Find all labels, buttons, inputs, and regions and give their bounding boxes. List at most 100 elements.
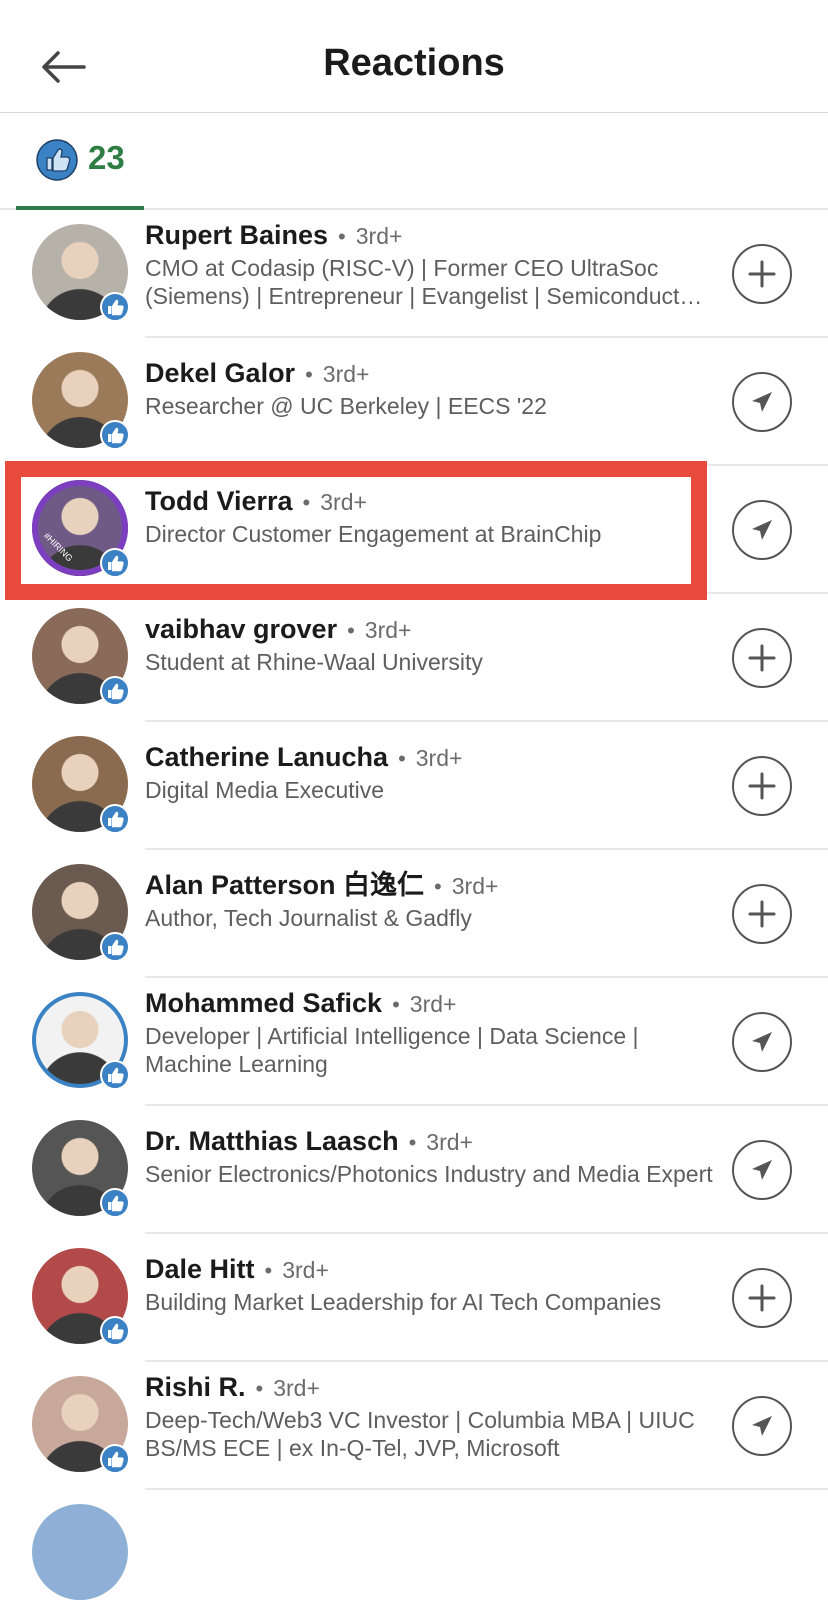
person-headline: CMO at Codasip (RISC-V) | Former CEO Ult…	[145, 255, 700, 309]
person-name: Dekel Galor	[145, 358, 296, 388]
avatar-image	[32, 1504, 128, 1600]
person-info[interactable]: vaibhav grover • 3rd+ Student at Rhine-Waa…	[145, 612, 715, 676]
person-name: vaibhav grover	[145, 614, 338, 644]
person-name: Rishi R.	[145, 1372, 246, 1402]
person-headline: Director Customer Engagement at BrainChi…	[145, 521, 602, 547]
avatar[interactable]	[32, 224, 130, 322]
like-badge-icon	[100, 420, 130, 450]
name-line: Rupert Baines • 3rd+	[145, 218, 715, 254]
separator-dot: •	[408, 1130, 417, 1155]
separator-dot: •	[305, 362, 313, 387]
connect-button[interactable]	[732, 884, 792, 944]
person-headline: Deep-Tech/Web3 VC Investor | Columbia MB…	[145, 1407, 695, 1461]
person-headline: Researcher @ UC Berkeley | EECS '22	[145, 393, 547, 419]
list-item[interactable]: Rupert Baines • 3rd+ CMO at Codasip (RISC-…	[0, 210, 828, 338]
separator-dot: •	[255, 1376, 264, 1401]
avatar[interactable]	[32, 992, 130, 1090]
connection-degree: 3rd+	[409, 991, 457, 1017]
name-line: vaibhav grover • 3rd+	[145, 612, 715, 648]
list-item[interactable]: vaibhav grover • 3rd+ Student at Rhine-Waa…	[0, 594, 828, 722]
plus-icon	[748, 644, 776, 672]
plus-icon	[748, 260, 776, 288]
avatar[interactable]	[32, 864, 130, 962]
person-name: Dr. Matthias Laasch	[145, 1126, 399, 1156]
person-info[interactable]: Alan Patterson 白逸仁 • 3rd+ Author, Tech Jou…	[145, 868, 715, 932]
send-icon	[752, 1416, 772, 1436]
avatar[interactable]	[32, 1248, 130, 1346]
person-name: Mohammed Safick	[145, 988, 383, 1018]
name-line: Todd Vierra • 3rd+	[145, 484, 715, 520]
send-icon	[752, 520, 772, 540]
person-info[interactable]: Mohammed Safick • 3rd+ Developer | Artific…	[145, 986, 715, 1078]
person-headline: Student at Rhine-Waal University	[145, 649, 483, 675]
like-badge-icon	[100, 1060, 130, 1090]
avatar[interactable]	[32, 1120, 130, 1218]
name-line: Dekel Galor • 3rd+	[145, 356, 715, 392]
tab-like-all[interactable]: 23	[16, 113, 144, 210]
connect-button[interactable]	[732, 628, 792, 688]
reaction-tabs: 23	[0, 113, 828, 210]
person-info[interactable]: Rupert Baines • 3rd+ CMO at Codasip (RISC-…	[145, 218, 715, 310]
like-badge-icon	[100, 932, 130, 962]
message-button[interactable]	[732, 372, 792, 432]
person-name: Dale Hitt	[145, 1254, 255, 1284]
list-item[interactable]: Dekel Galor • 3rd+ Researcher @ UC Berkele…	[0, 338, 828, 466]
list-item[interactable]: Alan Patterson 白逸仁 • 3rd+ Author, Tech Jou…	[0, 850, 828, 978]
connect-button[interactable]	[732, 756, 792, 816]
message-button[interactable]	[732, 1140, 792, 1200]
name-line: Dale Hitt • 3rd+	[145, 1252, 715, 1288]
person-info[interactable]: Catherine Lanucha • 3rd+ Digital Media Exe…	[145, 740, 715, 804]
list-item[interactable]: Dr. Matthias Laasch • 3rd+ Senior Electron…	[0, 1106, 828, 1234]
avatar[interactable]	[32, 352, 130, 450]
person-headline: Author, Tech Journalist & Gadfly	[145, 905, 472, 931]
reactions-list: Rupert Baines • 3rd+ CMO at Codasip (RISC-…	[0, 210, 828, 1600]
avatar[interactable]	[32, 608, 130, 706]
person-info[interactable]: Todd Vierra • 3rd+ Director Customer Engag…	[145, 484, 715, 548]
connection-degree: 3rd+	[426, 1129, 473, 1155]
connect-button[interactable]	[732, 1268, 792, 1328]
name-line: Alan Patterson 白逸仁 • 3rd+	[145, 868, 715, 904]
person-name: Catherine Lanucha	[145, 742, 389, 772]
list-item[interactable]: Rishi R. • 3rd+ Deep-Tech/Web3 VC Investor…	[0, 1362, 828, 1490]
like-badge-icon	[100, 1316, 130, 1346]
message-button[interactable]	[732, 1012, 792, 1072]
list-item[interactable]: Dale Hitt • 3rd+ Building Market Leadershi…	[0, 1234, 828, 1362]
person-info[interactable]: Dekel Galor • 3rd+ Researcher @ UC Berkele…	[145, 356, 715, 420]
plus-icon	[748, 900, 776, 928]
app-header: Reactions	[0, 0, 828, 113]
separator-dot: •	[434, 874, 442, 899]
avatar[interactable]	[32, 1376, 130, 1474]
person-name: Alan Patterson 白逸仁	[145, 870, 425, 900]
connect-button[interactable]	[732, 244, 792, 304]
name-line: Catherine Lanucha • 3rd+	[145, 740, 715, 776]
like-badge-icon	[100, 676, 130, 706]
like-badge-icon	[100, 1188, 130, 1218]
send-icon	[752, 392, 772, 412]
reaction-count: 23	[88, 139, 125, 176]
connection-degree: 3rd+	[364, 617, 412, 643]
person-info[interactable]: Dale Hitt • 3rd+ Building Market Leadershi…	[145, 1252, 715, 1316]
connection-degree: 3rd+	[320, 489, 367, 515]
person-name: Rupert Baines	[145, 220, 329, 250]
avatar[interactable]	[32, 736, 130, 834]
person-info[interactable]: Rishi R. • 3rd+ Deep-Tech/Web3 VC Investor…	[145, 1370, 715, 1462]
message-button[interactable]	[732, 1396, 792, 1456]
connection-degree: 3rd+	[322, 361, 370, 387]
separator-dot: •	[347, 618, 355, 643]
connection-degree: 3rd+	[282, 1257, 329, 1283]
like-badge-icon	[100, 548, 130, 578]
list-item[interactable]: Catherine Lanucha • 3rd+ Digital Media Exe…	[0, 722, 828, 850]
list-item[interactable]: #HIRING Todd Vierra • 3rd+ Director Custom…	[0, 466, 828, 594]
plus-icon	[748, 772, 776, 800]
send-icon	[752, 1032, 772, 1052]
message-button[interactable]	[732, 500, 792, 560]
name-line: Mohammed Safick • 3rd+	[145, 986, 715, 1022]
like-icon	[36, 139, 78, 181]
list-item[interactable]: Mohammed Safick • 3rd+ Developer | Artific…	[0, 978, 828, 1106]
connection-degree: 3rd+	[273, 1375, 320, 1401]
connection-degree: 3rd+	[451, 873, 499, 899]
connection-degree: 3rd+	[415, 745, 463, 771]
person-info[interactable]: Dr. Matthias Laasch • 3rd+ Senior Electron…	[145, 1124, 715, 1188]
avatar[interactable]: #HIRING	[32, 480, 130, 578]
person-headline: Building Market Leadership for AI Tech C…	[145, 1289, 662, 1315]
